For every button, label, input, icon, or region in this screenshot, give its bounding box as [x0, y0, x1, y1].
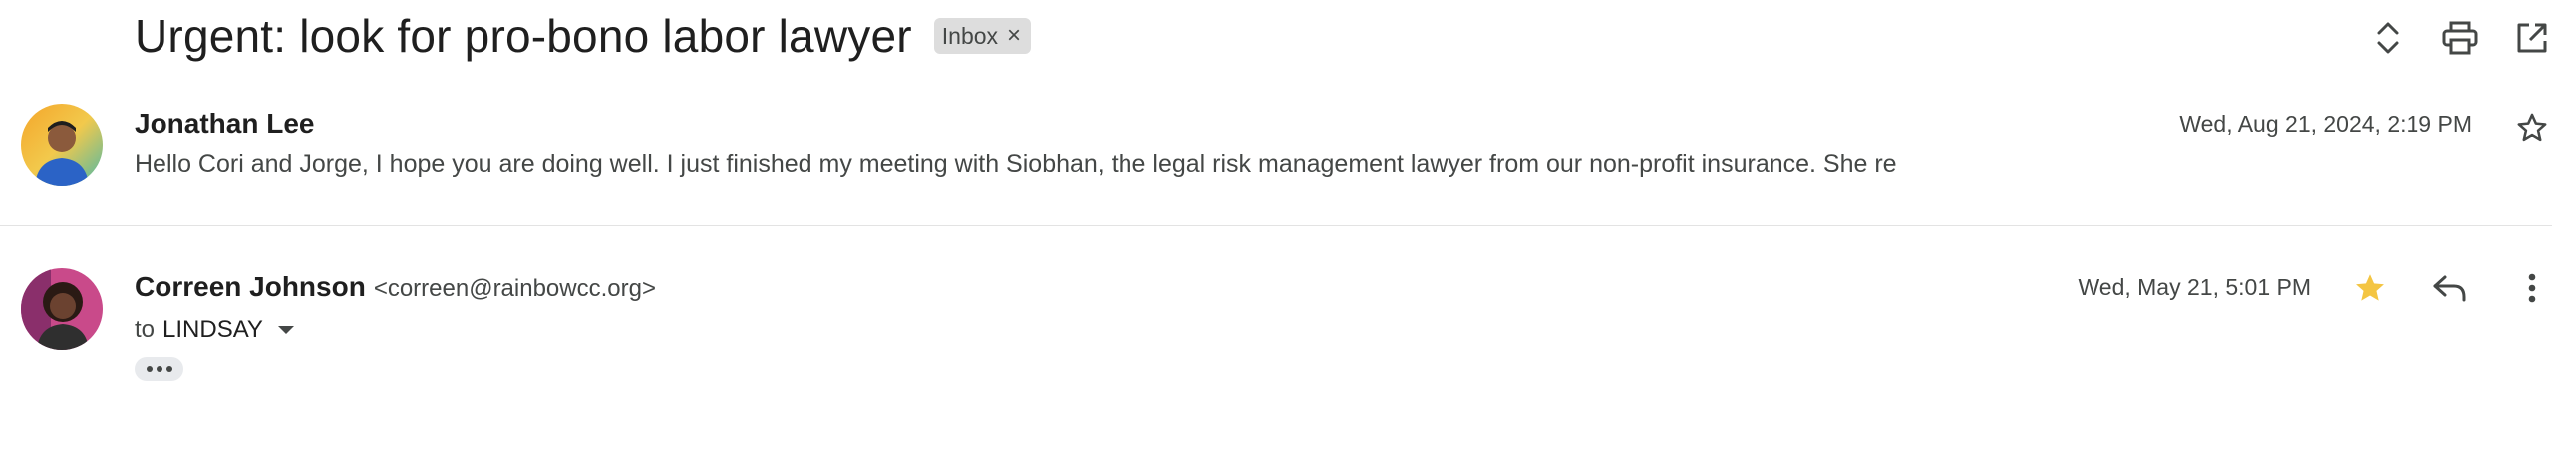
expand-collapse-icon[interactable]	[2366, 16, 2410, 60]
avatar-correen-johnson[interactable]	[21, 268, 103, 350]
thread-subject: Urgent: look for pro-bono labor lawyer	[135, 10, 912, 62]
star-outline-icon[interactable]	[2508, 104, 2556, 152]
message-date: Wed, May 21, 5:01 PM	[2078, 274, 2311, 300]
message-date: Wed, Aug 21, 2024, 2:19 PM	[2179, 111, 2472, 137]
show-trimmed-content-icon[interactable]	[135, 357, 183, 381]
recipients-line: to LINDSAY	[135, 313, 295, 347]
message-divider	[0, 225, 2552, 226]
to-prefix: to	[135, 316, 156, 343]
star-filled-icon[interactable]	[2346, 264, 2394, 312]
more-vert-icon[interactable]	[2508, 264, 2556, 312]
open-in-new-window-icon[interactable]	[2510, 16, 2554, 60]
sender-name: Jonathan Lee	[135, 108, 315, 139]
recipient-name: LINDSAY	[162, 316, 263, 343]
sender-line: Correen Johnson <correen@rainbowcc.org>	[135, 271, 656, 303]
sender-email: <correen@rainbowcc.org>	[373, 275, 656, 302]
sender-name: Correen Johnson	[135, 271, 366, 302]
thread-header: Urgent: look for pro-bono labor lawyer I…	[135, 6, 1032, 66]
reply-icon[interactable]	[2426, 264, 2474, 312]
avatar-jonathan-lee[interactable]	[21, 104, 103, 186]
caret-down-icon[interactable]	[277, 325, 295, 335]
remove-label-icon[interactable]: ×	[1007, 22, 1021, 50]
message-snippet[interactable]: Hello Cori and Jorge, I hope you are doi…	[135, 150, 1897, 179]
print-icon[interactable]	[2438, 16, 2482, 60]
label-chip-text: Inbox	[941, 22, 999, 49]
label-chip-inbox[interactable]: Inbox ×	[933, 18, 1032, 54]
